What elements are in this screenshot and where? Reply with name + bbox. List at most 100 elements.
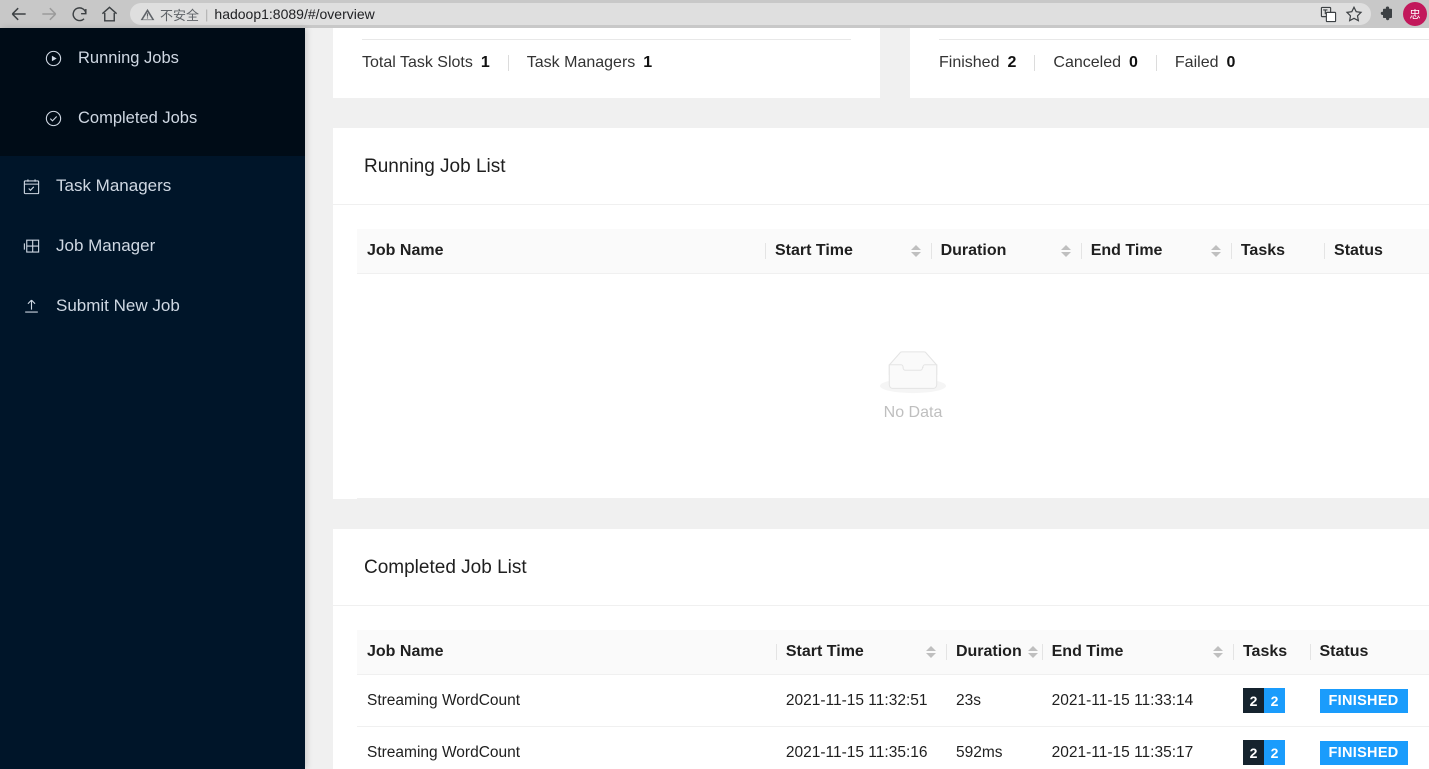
column-status[interactable]: Status bbox=[1309, 630, 1429, 675]
home-button[interactable] bbox=[94, 1, 124, 27]
column-start-time[interactable]: Start Time bbox=[775, 630, 946, 675]
completed-jobs-table: Job Name Start Time Duration End Time Ta… bbox=[357, 630, 1429, 769]
canceled-stat: Canceled 0 bbox=[1053, 54, 1138, 72]
profile-avatar[interactable]: 忠 bbox=[1403, 2, 1427, 26]
cluster-stats-row: Total Task Slots 1 Task Managers 1 Finis… bbox=[333, 28, 1429, 98]
tasks-total-badge: 2 bbox=[1242, 688, 1264, 713]
extensions-puzzle-icon[interactable] bbox=[1371, 1, 1401, 27]
jobs-submenu: Running Jobs Completed Jobs bbox=[0, 28, 305, 156]
column-job-name[interactable]: Job Name bbox=[357, 229, 765, 274]
schedule-icon bbox=[20, 177, 42, 196]
cell-end-time: 2021-11-15 11:35:17 bbox=[1041, 726, 1233, 769]
stat-value: 1 bbox=[643, 54, 653, 71]
cell-tasks: 2 2 bbox=[1232, 674, 1310, 727]
address-bar[interactable]: 不安全 | hadoop1:8089/#/overview bbox=[130, 3, 1371, 25]
sort-arrows-icon[interactable] bbox=[1060, 245, 1071, 257]
omnibox-actions bbox=[1315, 3, 1367, 25]
tasks-finished-badge: 2 bbox=[1263, 740, 1285, 765]
browser-toolbar: 不安全 | hadoop1:8089/#/overview 忠 bbox=[0, 0, 1429, 28]
sidebar-item-label: Submit New Job bbox=[56, 296, 180, 315]
reload-button[interactable] bbox=[64, 1, 94, 27]
cell-end-time: 2021-11-15 11:33:14 bbox=[1041, 674, 1233, 727]
tasks-finished-badge: 2 bbox=[1263, 688, 1285, 713]
sidebar-item-task-managers[interactable]: Task Managers bbox=[0, 156, 305, 216]
total-task-slots-stat: Total Task Slots 1 bbox=[362, 54, 490, 72]
stat-divider bbox=[507, 55, 509, 71]
column-start-time[interactable]: Start Time bbox=[764, 229, 931, 274]
running-jobs-empty-state: No Data bbox=[357, 274, 1429, 499]
running-job-list-panel: Running Job List Job Name Start Time Dur… bbox=[333, 128, 1429, 499]
stat-label: Total Task Slots bbox=[362, 54, 473, 71]
stat-label: Finished bbox=[939, 54, 1000, 71]
not-secure-warning-icon bbox=[140, 7, 155, 22]
omnibox-separator: | bbox=[205, 6, 209, 22]
finished-stat: Finished 2 bbox=[939, 54, 1016, 72]
back-button[interactable] bbox=[4, 1, 34, 27]
column-duration[interactable]: Duration bbox=[930, 229, 1081, 274]
cell-duration: 592ms bbox=[945, 726, 1042, 769]
sidebar-item-completed-jobs[interactable]: Completed Jobs bbox=[0, 88, 305, 148]
sidebar-item-submit-new-job[interactable]: Submit New Job bbox=[0, 276, 305, 336]
sort-arrows-icon[interactable] bbox=[925, 646, 936, 658]
column-tasks[interactable]: Tasks bbox=[1232, 630, 1310, 675]
status-badge: FINISHED bbox=[1319, 688, 1408, 713]
empty-state-label: No Data bbox=[883, 404, 943, 421]
column-job-name[interactable]: Job Name bbox=[357, 630, 776, 675]
table-row[interactable]: Streaming WordCount 2021-11-15 11:32:51 … bbox=[357, 674, 1429, 727]
table-row[interactable]: Streaming WordCount 2021-11-15 11:35:16 … bbox=[357, 726, 1429, 769]
cell-duration: 23s bbox=[945, 674, 1042, 727]
completed-job-list-panel: Completed Job List Job Name Start Time D… bbox=[333, 529, 1429, 769]
stat-label: Failed bbox=[1174, 54, 1219, 71]
column-tasks[interactable]: Tasks bbox=[1230, 229, 1325, 274]
sidebar: Running Jobs Completed Jobs Task Manager… bbox=[0, 28, 305, 769]
cell-job-name: Streaming WordCount bbox=[357, 674, 776, 727]
sidebar-item-label: Running Jobs bbox=[78, 48, 179, 67]
failed-stat: Failed 0 bbox=[1175, 54, 1235, 72]
sort-arrows-icon[interactable] bbox=[1027, 646, 1038, 658]
cell-start-time: 2021-11-15 11:35:16 bbox=[775, 726, 946, 769]
sidebar-item-running-jobs[interactable]: Running Jobs bbox=[0, 28, 305, 88]
status-badge: FINISHED bbox=[1319, 740, 1408, 765]
not-secure-label: 不安全 bbox=[160, 7, 200, 23]
cell-tasks: 2 2 bbox=[1232, 726, 1310, 769]
stat-value: 1 bbox=[480, 54, 490, 71]
sidebar-item-label: Job Manager bbox=[56, 236, 156, 255]
sort-arrows-icon[interactable] bbox=[1212, 646, 1223, 658]
translate-icon[interactable] bbox=[1315, 3, 1341, 25]
stat-label: Task Managers bbox=[526, 54, 636, 71]
sidebar-item-label: Task Managers bbox=[56, 176, 172, 195]
running-jobs-table: Job Name Start Time Duration End Time Ta… bbox=[357, 229, 1429, 274]
task-managers-stat: Task Managers 1 bbox=[527, 54, 652, 72]
column-end-time[interactable]: End Time bbox=[1041, 630, 1233, 675]
stat-value: 2 bbox=[1007, 54, 1017, 71]
cell-status: FINISHED bbox=[1309, 726, 1429, 769]
cell-start-time: 2021-11-15 11:32:51 bbox=[775, 674, 946, 727]
column-duration[interactable]: Duration bbox=[945, 630, 1042, 675]
sidebar-item-job-manager[interactable]: Job Manager bbox=[0, 216, 305, 276]
stat-value: 0 bbox=[1129, 54, 1138, 71]
main-content: Total Task Slots 1 Task Managers 1 Finis… bbox=[305, 28, 1429, 769]
completed-jobs-body: Streaming WordCount 2021-11-15 11:32:51 … bbox=[357, 674, 1429, 769]
upload-icon bbox=[20, 297, 42, 316]
dashboard-icon bbox=[20, 237, 42, 256]
column-status[interactable]: Status bbox=[1324, 229, 1429, 274]
empty-inbox-icon bbox=[880, 351, 946, 394]
sort-arrows-icon[interactable] bbox=[1210, 245, 1221, 257]
sidebar-item-label: Completed Jobs bbox=[78, 108, 198, 127]
table-header-row: Job Name Start Time Duration End Time Ta… bbox=[357, 229, 1429, 274]
forward-button[interactable] bbox=[34, 1, 64, 27]
cell-job-name: Streaming WordCount bbox=[357, 726, 776, 769]
stat-label: Canceled bbox=[1053, 54, 1121, 71]
tasks-total-badge: 2 bbox=[1242, 740, 1264, 765]
slots-stat-card: Total Task Slots 1 Task Managers 1 bbox=[333, 28, 880, 98]
bookmark-star-icon[interactable] bbox=[1341, 3, 1367, 25]
column-end-time[interactable]: End Time bbox=[1080, 229, 1231, 274]
stat-divider bbox=[1155, 55, 1157, 71]
sort-arrows-icon[interactable] bbox=[910, 245, 921, 257]
table-header-row: Job Name Start Time Duration End Time Ta… bbox=[357, 630, 1429, 675]
jobs-stat-card: Finished 2 Canceled 0 Failed 0 bbox=[910, 28, 1429, 98]
completed-job-list-title: Completed Job List bbox=[333, 529, 1429, 606]
running-job-list-title: Running Job List bbox=[333, 128, 1429, 205]
